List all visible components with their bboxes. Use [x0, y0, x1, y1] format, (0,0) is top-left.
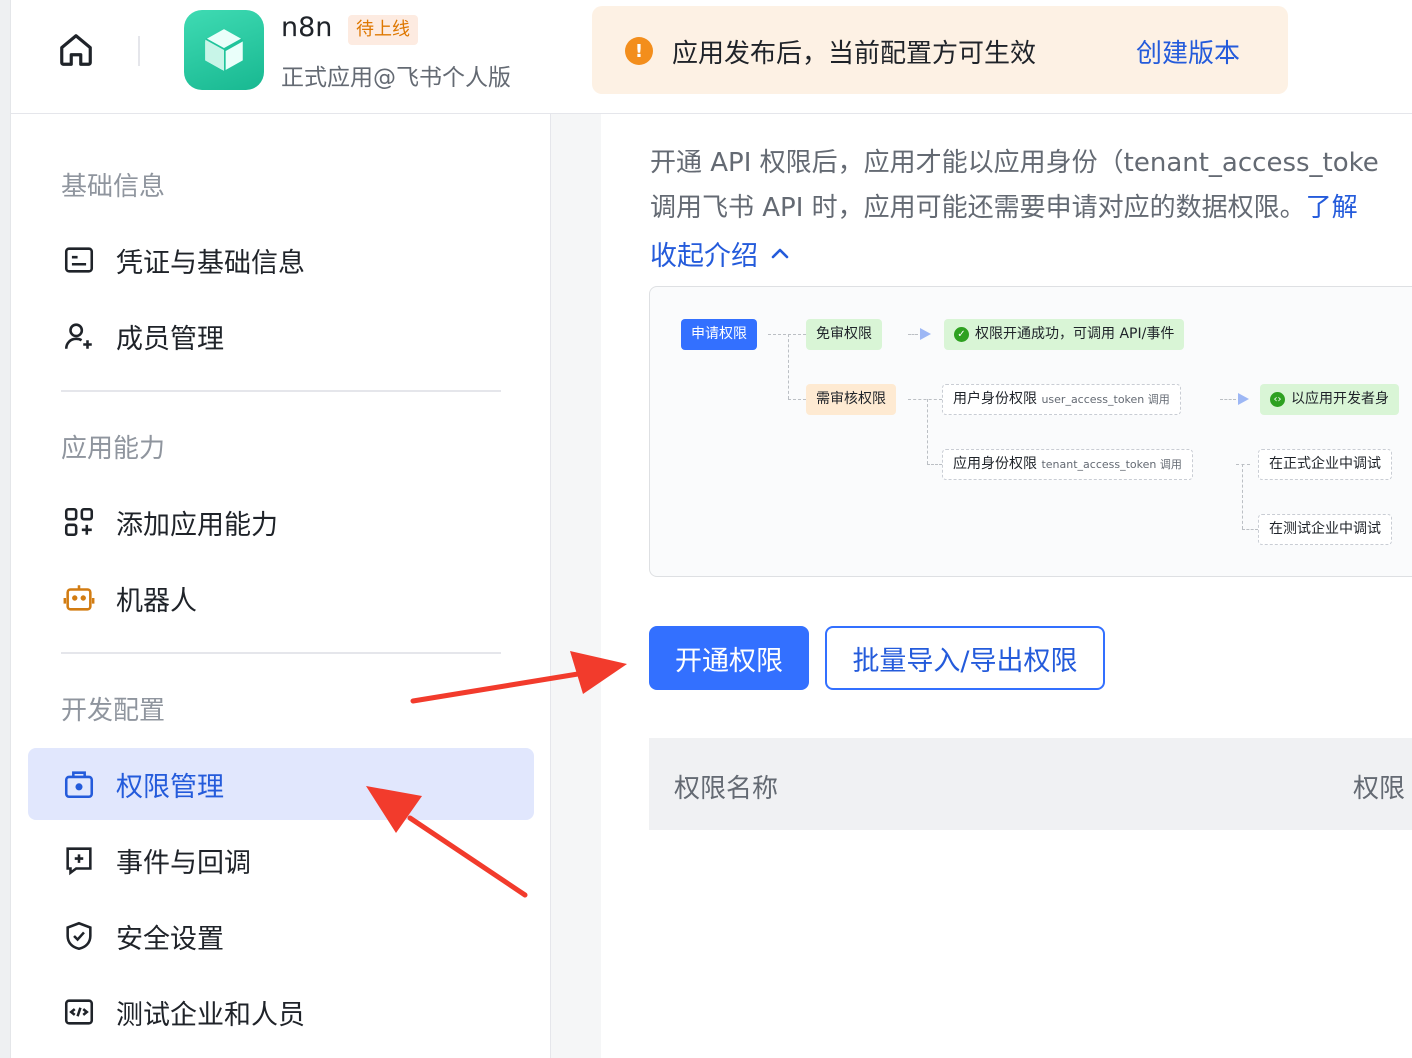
sidebar-item-security[interactable]: 安全设置 — [28, 900, 534, 972]
sidebar-item-label: 机器人 — [116, 585, 197, 617]
sidebar-item-add-capability[interactable]: 添加应用能力 — [28, 486, 534, 558]
sidebar-item-credentials[interactable]: 凭证与基础信息 — [28, 224, 534, 296]
learn-more-link[interactable]: 了解 — [1306, 193, 1358, 223]
flow-connector — [768, 334, 806, 335]
status-badge: 待上线 — [348, 15, 418, 45]
add-member-icon — [60, 317, 98, 355]
permission-table-header: 权限名称 权限 — [649, 738, 1412, 830]
section-title-capability: 应用能力 — [61, 434, 166, 464]
sidebar-divider — [61, 390, 501, 392]
dev-identity-label: 以应用开发者身 — [1291, 391, 1389, 407]
permission-flow-diagram: 申请权限 免审权限 ✓ 权限开通成功，可调用 API/事件 需审核权限 用户身份权… — [649, 286, 1412, 577]
robot-icon — [60, 579, 98, 617]
publish-notice: ! 应用发布后，当前配置方可生效 创建版本 — [592, 6, 1288, 94]
sidebar-item-members[interactable]: 成员管理 — [28, 300, 534, 372]
window-left-edge — [0, 0, 11, 1058]
flow-connector — [908, 399, 942, 400]
home-icon — [60, 34, 92, 66]
sidebar-item-label: 事件与回调 — [116, 847, 251, 879]
warning-icon: ! — [625, 37, 653, 65]
tenant-token-label: tenant_access_token 调用 — [1041, 458, 1182, 471]
section-title-basic: 基础信息 — [61, 172, 166, 202]
sidebar-item-label: 添加应用能力 — [116, 509, 278, 541]
app-permission-label: 应用身份权限 — [953, 456, 1037, 472]
node-need-review: 需审核权限 — [806, 384, 896, 415]
sidebar-item-test-enterprise[interactable]: 测试企业和人员 — [28, 976, 534, 1048]
flow-connector — [1242, 529, 1258, 530]
flow-connector — [908, 334, 918, 335]
column-header-name[interactable]: 权限名称 — [674, 768, 778, 805]
flow-arrow — [1238, 393, 1249, 405]
column-header-scope[interactable]: 权限 — [1353, 768, 1405, 805]
code-box-icon — [60, 993, 98, 1031]
node-dev-identity: ‹› 以应用开发者身 — [1260, 384, 1399, 415]
node-prod-debug: 在正式企业中调试 — [1258, 449, 1392, 480]
sidebar: 基础信息 凭证与基础信息 成员管理 应用能力 添加应用能力 机器人 开发配置 权… — [11, 114, 551, 1058]
top-divider — [138, 36, 140, 66]
app-subtitle: 正式应用@飞书个人版 — [281, 65, 511, 91]
user-permission-label: 用户身份权限 — [953, 391, 1037, 407]
flow-connector — [1220, 399, 1236, 400]
flow-connector — [927, 464, 942, 465]
cube-icon — [204, 29, 244, 71]
sidebar-item-label: 成员管理 — [116, 323, 224, 355]
intro-text: 调用飞书 API 时，应用可能还需要申请对应的数据权限。 — [650, 193, 1306, 223]
flow-arrow — [920, 328, 931, 340]
code-circle-icon: ‹› — [1270, 392, 1285, 407]
node-success: ✓ 权限开通成功，可调用 API/事件 — [944, 319, 1185, 350]
flow-connector — [788, 334, 789, 399]
check-circle-icon: ✓ — [954, 327, 969, 342]
enable-permission-button[interactable]: 开通权限 — [649, 626, 809, 690]
sidebar-item-events[interactable]: 事件与回调 — [28, 824, 534, 896]
sidebar-item-label: 安全设置 — [116, 923, 224, 955]
sidebar-divider — [61, 652, 501, 654]
import-export-permission-button[interactable]: 批量导入/导出权限 — [825, 626, 1105, 690]
credential-icon — [60, 241, 98, 279]
main-content: 开通 API 权限后，应用才能以应用身份（tenant_access_toke … — [601, 114, 1412, 1058]
event-icon — [60, 841, 98, 879]
app-name: n8n — [281, 12, 333, 43]
create-version-link[interactable]: 创建版本 — [1136, 33, 1240, 70]
sidebar-item-label: 测试企业和人员 — [116, 999, 305, 1031]
flow-connector — [927, 399, 928, 464]
collapse-label: 收起介绍 — [650, 241, 758, 272]
add-capability-icon — [60, 503, 98, 541]
flow-connector — [1242, 464, 1243, 529]
sidebar-item-permissions[interactable]: 权限管理 — [28, 748, 534, 820]
collapse-intro-toggle[interactable]: 收起介绍 — [650, 234, 792, 273]
node-test-debug: 在测试企业中调试 — [1258, 514, 1392, 545]
chevron-up-icon — [771, 248, 789, 258]
node-apply-permission: 申请权限 — [681, 319, 757, 350]
node-user-permission: 用户身份权限 user_access_token 调用 — [942, 384, 1181, 415]
home-button[interactable] — [56, 30, 96, 70]
permission-bag-icon — [60, 765, 98, 803]
node-app-permission: 应用身份权限 tenant_access_token 调用 — [942, 449, 1193, 480]
notice-text: 应用发布后，当前配置方可生效 — [672, 39, 1037, 69]
flow-connector — [788, 399, 806, 400]
section-title-dev: 开发配置 — [61, 696, 166, 726]
intro-text-line-1: 开通 API 权限后，应用才能以应用身份（tenant_access_toke — [650, 148, 1379, 178]
app-logo — [184, 10, 264, 90]
sidebar-item-label: 凭证与基础信息 — [116, 247, 305, 279]
sidebar-item-robot[interactable]: 机器人 — [28, 562, 534, 634]
flow-connector — [1236, 464, 1250, 465]
top-bar: n8n 待上线 正式应用@飞书个人版 ! 应用发布后，当前配置方可生效 创建版本 — [11, 0, 1412, 114]
intro-text-line-2: 调用飞书 API 时，应用可能还需要申请对应的数据权限。了解 — [650, 187, 1358, 224]
sidebar-item-label: 权限管理 — [116, 771, 224, 803]
node-no-review: 免审权限 — [806, 319, 882, 350]
user-token-label: user_access_token 调用 — [1041, 393, 1170, 406]
shield-icon — [60, 917, 98, 955]
success-label: 权限开通成功，可调用 API/事件 — [975, 326, 1175, 342]
content-gutter — [551, 114, 601, 1058]
